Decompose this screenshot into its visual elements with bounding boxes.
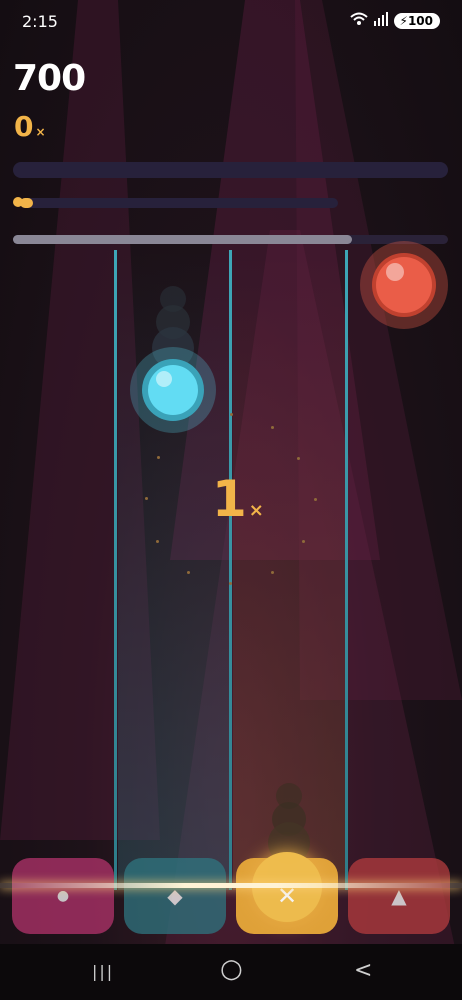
recents-button[interactable]: |||: [92, 962, 114, 981]
song-progress-bar: [13, 235, 448, 244]
note-triangle-lane: [360, 241, 448, 329]
spark: [229, 582, 232, 585]
spark: [271, 426, 274, 429]
signal-icon: [373, 12, 388, 30]
progress-bar-top: [13, 162, 448, 178]
wifi-icon: [349, 12, 368, 30]
back-button[interactable]: <: [354, 958, 372, 983]
pad-triangle-button[interactable]: ▲: [348, 858, 450, 934]
spark: [271, 571, 274, 574]
battery-level: 100: [407, 14, 433, 28]
clock: 2:15: [22, 12, 58, 31]
combo-counter: 0 ×: [14, 110, 46, 143]
pad-circle-button[interactable]: ●: [12, 858, 114, 934]
spark: [156, 540, 159, 543]
multiplier-suffix: ×: [248, 500, 264, 521]
spark: [230, 413, 233, 416]
lane-divider-1: [114, 250, 117, 890]
pad-cross-button[interactable]: ✕: [236, 852, 338, 934]
battery-charging-icon: ⚡: [399, 14, 408, 28]
pad-diamond-button[interactable]: ◆: [124, 858, 226, 934]
spark: [314, 498, 317, 501]
hit-line: [0, 883, 462, 888]
navigation-bar: ||| ○ <: [0, 944, 462, 1000]
status-icons: ⚡100: [349, 12, 440, 30]
lane-divider-3: [345, 250, 348, 890]
progress-marker-dot: [13, 197, 23, 207]
spark: [302, 540, 305, 543]
spark: [297, 457, 300, 460]
spark: [187, 571, 190, 574]
status-bar: 2:15 ⚡100: [0, 0, 462, 44]
score: 700: [13, 58, 86, 99]
multiplier: 1 ×: [212, 470, 264, 528]
battery-indicator: ⚡100: [393, 13, 440, 29]
spark: [157, 456, 160, 459]
combo-value: 0: [14, 110, 34, 143]
progress-bar-middle: [20, 198, 338, 208]
home-button[interactable]: ○: [220, 954, 243, 984]
combo-suffix: ×: [35, 125, 46, 139]
spark: [145, 497, 148, 500]
multiplier-value: 1: [212, 470, 247, 528]
circle-icon: ●: [56, 888, 70, 904]
note-diamond-lane: [130, 347, 216, 433]
lane-divider-2: [229, 250, 232, 890]
song-progress-fill: [13, 235, 353, 244]
game-stage: 2:15 ⚡100 700 0 × 1 × ● ◆ ✕ ▲ ||| ○ <: [0, 0, 462, 1000]
